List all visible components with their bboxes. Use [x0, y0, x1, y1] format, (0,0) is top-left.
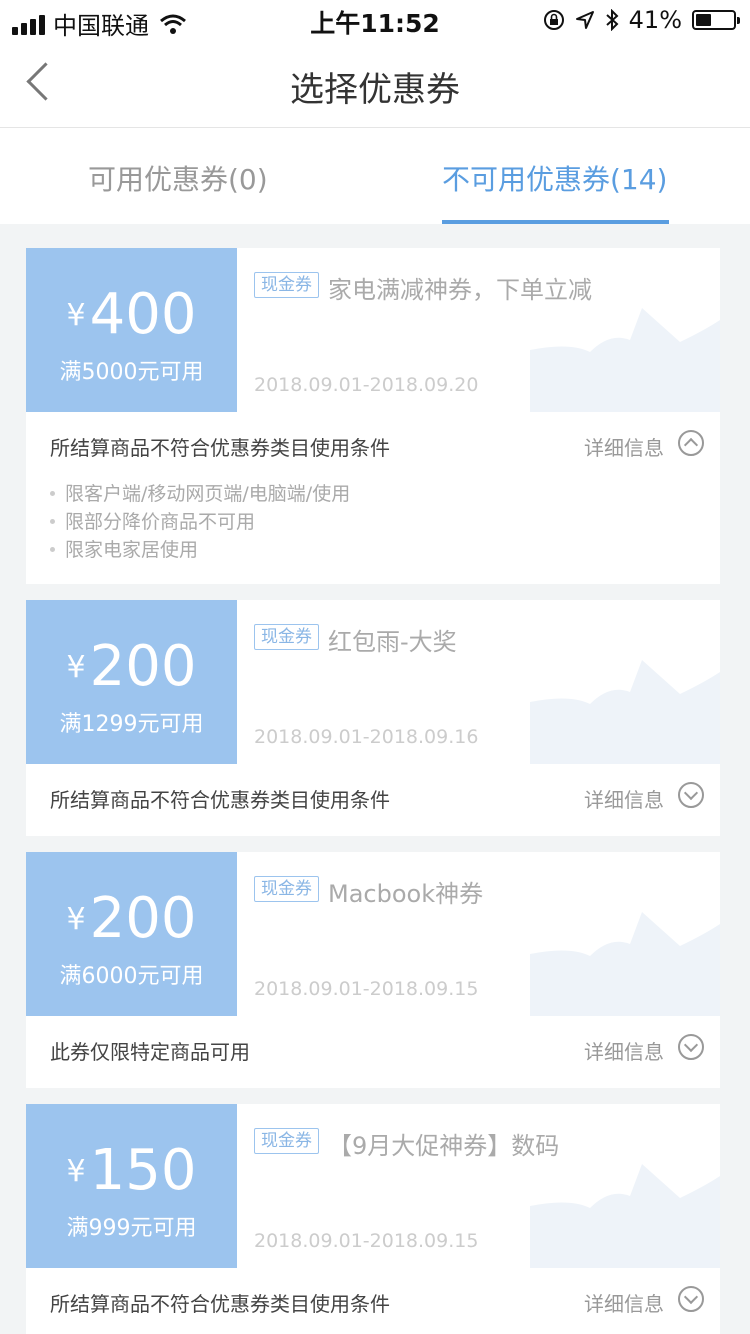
coupon-info: 现金券 【9月大促神券】数码 2018.09.01-2018.09.15	[237, 1104, 720, 1268]
coupon-name: 红包雨-大奖	[328, 628, 457, 656]
coupon-type-tag: 现金券	[254, 1128, 319, 1154]
coupon-card[interactable]: ¥200 满6000元可用 现金券 Macbook神券 2018.09.01-2…	[26, 852, 720, 1088]
coupon-name: 【9月大促神券】数码	[328, 1132, 560, 1160]
coupon-amount: ¥200	[26, 634, 237, 699]
chevron-down-icon	[683, 1037, 699, 1053]
battery-icon	[692, 10, 740, 30]
chevron-down-icon	[683, 785, 699, 801]
coupon-condition: 满1299元可用	[59, 712, 204, 737]
bullet-icon	[50, 519, 55, 524]
currency-symbol: ¥	[66, 902, 86, 937]
unavailable-reason: 所结算商品不符合优惠券类目使用条件	[50, 436, 390, 460]
coupon-type-tag: 现金券	[254, 272, 319, 298]
coupon-condition: 满999元可用	[66, 1216, 197, 1241]
coupon-type-tag: 现金券	[254, 876, 319, 902]
coupon-top: ¥200 满6000元可用 现金券 Macbook神券 2018.09.01-2…	[26, 852, 720, 1016]
expand-icon[interactable]	[678, 782, 704, 808]
battery-percentage: 41%	[628, 6, 682, 34]
coupon-amount: ¥400	[26, 282, 237, 347]
collapse-icon[interactable]	[678, 430, 704, 456]
unavailable-reason: 所结算商品不符合优惠券类目使用条件	[50, 788, 390, 812]
coupon-card[interactable]: ¥150 满999元可用 现金券 【9月大促神券】数码 2018.09.01-2…	[26, 1104, 720, 1334]
battery-fill	[696, 14, 711, 26]
expand-icon[interactable]	[678, 1286, 704, 1312]
currency-symbol: ¥	[66, 650, 86, 685]
rule-text: 限家电家居使用	[65, 539, 199, 561]
page-title: 选择优惠券	[290, 70, 460, 110]
detail-link[interactable]: 详细信息	[584, 784, 664, 813]
rule-item: 限部分降价商品不可用	[50, 508, 350, 536]
coupon-card[interactable]: ¥400 满5000元可用 现金券 家电满减神券，下单立减 2018.09.01…	[26, 248, 720, 584]
tab-available[interactable]: 可用优惠券(0)	[88, 158, 268, 224]
expand-icon[interactable]	[678, 1034, 704, 1060]
watermark-logo-icon	[530, 308, 720, 412]
watermark-logo-icon	[530, 1164, 720, 1268]
currency-symbol: ¥	[66, 298, 86, 333]
unavailable-reason: 此券仅限特定商品可用	[50, 1040, 250, 1064]
rule-text: 限部分降价商品不可用	[65, 511, 256, 533]
rule-text: 限客户端/移动网页端/电脑端/使用	[65, 483, 351, 505]
coupon-top: ¥200 满1299元可用 现金券 红包雨-大奖 2018.09.01-2018…	[26, 600, 720, 764]
coupon-name: Macbook神券	[328, 880, 484, 908]
coupon-top: ¥150 满999元可用 现金券 【9月大促神券】数码 2018.09.01-2…	[26, 1104, 720, 1268]
bluetooth-icon	[605, 9, 619, 31]
amount-value: 150	[89, 1138, 197, 1203]
coupon-info: 现金券 红包雨-大奖 2018.09.01-2018.09.16	[237, 600, 720, 764]
coupon-date-range: 2018.09.01-2018.09.16	[254, 726, 479, 748]
coupon-info: 现金券 Macbook神券 2018.09.01-2018.09.15	[237, 852, 720, 1016]
amount-value: 400	[89, 282, 197, 347]
detail-link[interactable]: 详细信息	[584, 432, 664, 461]
coupon-date-range: 2018.09.01-2018.09.20	[254, 374, 479, 396]
amount-value: 200	[89, 886, 197, 951]
rule-item: 限客户端/移动网页端/电脑端/使用	[50, 480, 350, 508]
coupon-type-tag: 现金券	[254, 624, 319, 650]
nav-bar: 选择优惠券	[0, 40, 750, 128]
coupon-card[interactable]: ¥200 满1299元可用 现金券 红包雨-大奖 2018.09.01-2018…	[26, 600, 720, 836]
bullet-icon	[50, 491, 55, 496]
tab-active-indicator	[442, 220, 670, 224]
coupon-rules: 限客户端/移动网页端/电脑端/使用 限部分降价商品不可用 限家电家居使用	[50, 480, 350, 564]
coupon-top: ¥400 满5000元可用 现金券 家电满减神券，下单立减 2018.09.01…	[26, 248, 720, 412]
watermark-logo-icon	[530, 660, 720, 764]
coupon-condition: 满6000元可用	[59, 964, 204, 989]
detail-link[interactable]: 详细信息	[584, 1036, 664, 1065]
coupon-condition: 满5000元可用	[59, 360, 204, 385]
rotation-lock-icon	[543, 10, 564, 30]
rule-item: 限家电家居使用	[50, 536, 350, 564]
unavailable-reason: 所结算商品不符合优惠券类目使用条件	[50, 1292, 390, 1316]
coupon-date-range: 2018.09.01-2018.09.15	[254, 1230, 479, 1252]
coupon-amount-panel: ¥400 满5000元可用	[26, 248, 237, 412]
detail-link[interactable]: 详细信息	[584, 1288, 664, 1317]
coupon-info: 现金券 家电满减神券，下单立减 2018.09.01-2018.09.20	[237, 248, 720, 412]
coupon-name: 家电满减神券，下单立减	[328, 276, 592, 304]
location-icon	[575, 11, 594, 29]
coupon-tabs: 可用优惠券(0) 不可用优惠券(14)	[0, 128, 750, 224]
status-bar: 中国联通 上午11:52 41%	[0, 0, 750, 40]
bullet-icon	[50, 547, 55, 552]
coupon-amount-panel: ¥200 满6000元可用	[26, 852, 237, 1016]
amount-value: 200	[89, 634, 197, 699]
chevron-up-icon	[683, 437, 699, 453]
status-right: 41%	[543, 6, 740, 34]
watermark-logo-icon	[530, 912, 720, 1016]
coupon-amount: ¥200	[26, 886, 237, 951]
coupon-amount-panel: ¥150 满999元可用	[26, 1104, 237, 1268]
chevron-down-icon	[683, 1289, 699, 1305]
coupon-amount-panel: ¥200 满1299元可用	[26, 600, 237, 764]
currency-symbol: ¥	[66, 1154, 86, 1189]
tab-unavailable[interactable]: 不可用优惠券(14)	[442, 158, 670, 224]
coupon-amount: ¥150	[26, 1138, 237, 1203]
tab-unavailable-label: 不可用优惠券(14)	[442, 163, 668, 196]
coupon-date-range: 2018.09.01-2018.09.15	[254, 978, 479, 1000]
